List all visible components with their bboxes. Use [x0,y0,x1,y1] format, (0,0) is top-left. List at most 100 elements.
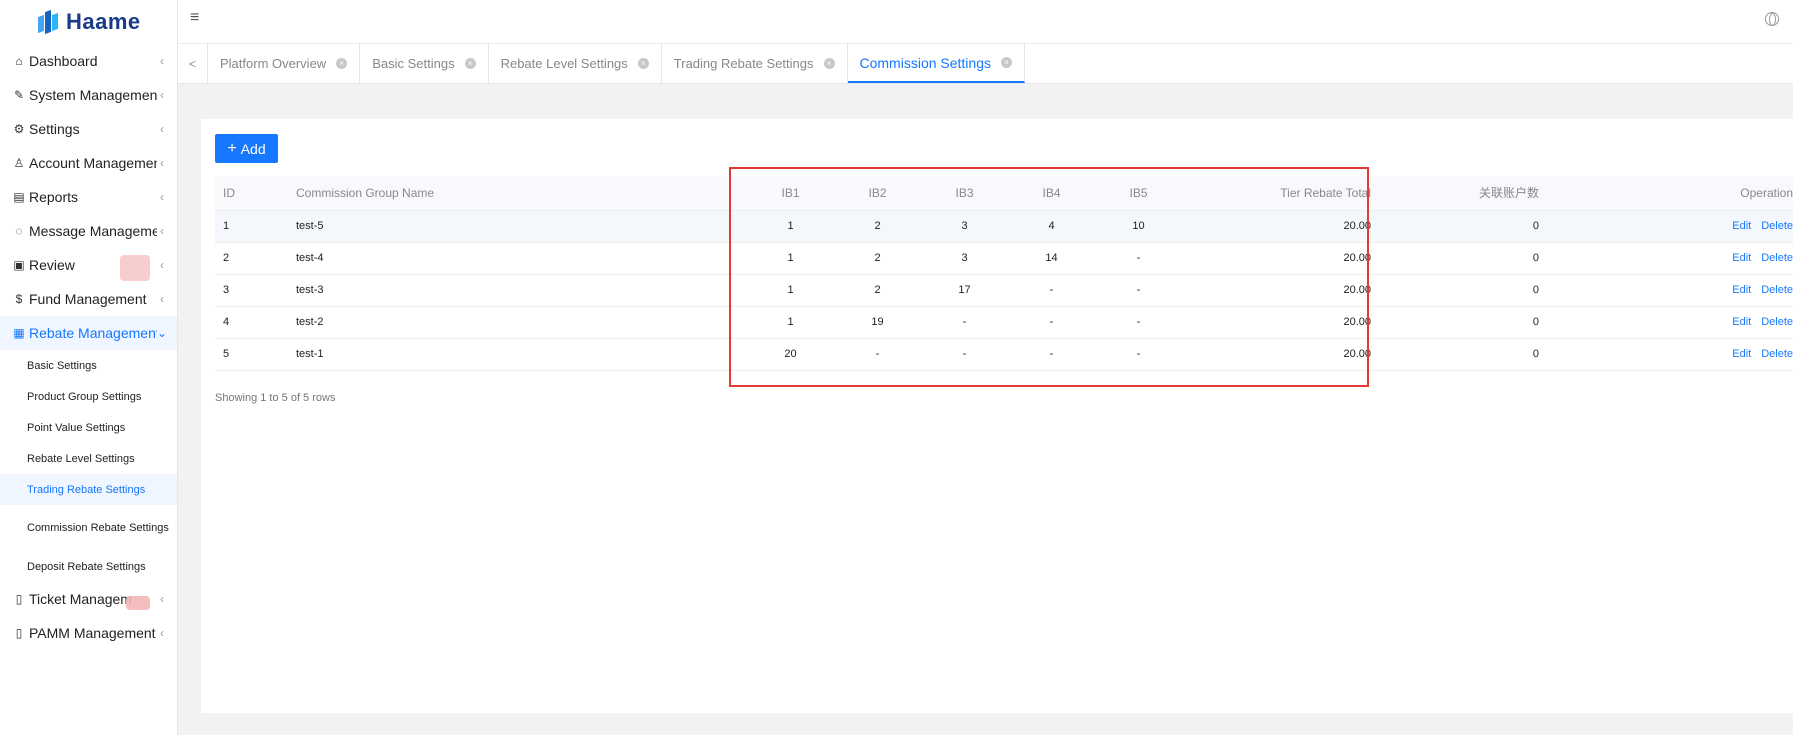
pagination-info: Showing 1 to 5 of 5 rows [215,392,336,404]
report-icon: ▤ [13,190,25,204]
column-header-ib5[interactable]: IB5 [1095,176,1182,210]
cell-tier-total: 20.00 [1182,305,1391,338]
tab-close-icon[interactable]: × [1001,57,1012,68]
delete-button[interactable]: Delete [1761,348,1793,360]
cell-ib1: 20 [747,337,834,371]
column-header-ib4[interactable]: IB4 [1008,176,1095,210]
sidebar-item-ticket-management[interactable]: ▯ Ticket Managem ‹ [0,582,177,616]
add-button[interactable]: + Add [215,134,278,163]
language-globe-icon[interactable] [1765,12,1779,26]
chevron-left-icon: ‹ [160,592,164,606]
delete-button[interactable]: Delete [1761,220,1793,232]
sidebar-item-label: Dashboard [29,53,98,69]
cell-id: 1 [215,209,294,242]
tabs-scroll-left-icon[interactable]: < [178,44,208,83]
ticket-icon: ▯ [15,592,23,606]
sidebar-menu: ⌂ Dashboard ‹ ✎ System Management ‹ ⚙ Se… [0,44,177,650]
column-header-id[interactable]: ID [215,176,294,210]
submenu-item-product-group-settings[interactable]: Product Group Settings [0,381,177,412]
sidebar-item-dashboard[interactable]: ⌂ Dashboard ‹ [0,44,177,78]
message-icon: ◌ [15,224,23,238]
haame-logo-icon [36,8,60,36]
sidebar-item-rebate-management[interactable]: ▦ Rebate Management ⌄ [0,316,177,350]
edit-button[interactable]: Edit [1732,284,1751,296]
rebate-icon: ▦ [13,326,25,340]
tab-close-icon[interactable]: × [637,58,649,69]
sidebar-item-review[interactable]: ▣ Review ‹ [0,248,177,282]
submenu-item-rebate-level-settings[interactable]: Rebate Level Settings [0,443,177,474]
delete-button[interactable]: Delete [1761,316,1793,328]
cell-ib1: 1 [747,241,834,274]
cell-name: test-1 [294,337,747,371]
cell-ib2: 2 [834,273,921,306]
cell-ib3: - [921,305,1008,338]
table-row[interactable]: 2 test-4 1 2 3 14 - 20.00 0 Edit Delete [215,241,1793,274]
column-header-ib1[interactable]: IB1 [747,176,834,210]
rebate-submenu: Basic Settings Product Group Settings Po… [0,350,177,582]
linked-accounts-link[interactable]: 0 [1391,305,1591,338]
table-row[interactable]: 3 test-3 1 2 17 - - 20.00 0 Edit Delete [215,273,1793,306]
edit-button[interactable]: Edit [1732,348,1751,360]
cell-ib5: - [1095,305,1182,338]
linked-accounts-link[interactable]: 0 [1391,209,1591,242]
table-row[interactable]: 5 test-1 20 - - - - 20.00 0 Edit Delete [215,337,1793,371]
delete-button[interactable]: Delete [1761,284,1793,296]
sidebar-item-system-management[interactable]: ✎ System Management ‹ [0,78,177,112]
cell-ib3: 3 [921,241,1008,274]
linked-accounts-link[interactable]: 0 [1391,273,1591,306]
edit-button[interactable]: Edit [1732,316,1751,328]
delete-button[interactable]: Delete [1761,252,1793,264]
linked-accounts-link[interactable]: 0 [1391,337,1591,371]
cell-ib4: 4 [1008,209,1095,242]
cell-name: test-3 [294,273,747,306]
cell-ib1: 1 [747,209,834,242]
cell-ib2: - [834,337,921,371]
tab-label: Trading Rebate Settings [673,56,814,71]
cell-id: 3 [215,273,294,306]
edit-button[interactable]: Edit [1732,252,1751,264]
submenu-item-commission-rebate-settings[interactable]: Commission Rebate Settings [0,505,177,551]
cell-tier-total: 20.00 [1182,337,1391,371]
cell-name: test-4 [294,241,747,274]
linked-accounts-link[interactable]: 0 [1391,241,1591,274]
tab-label: Basic Settings [372,56,455,71]
tab-basic-settings[interactable]: Basic Settings × [360,44,489,83]
tab-trading-rebate-settings[interactable]: Trading Rebate Settings × [662,44,848,83]
column-header-ib2[interactable]: IB2 [834,176,921,210]
sidebar-item-message-management[interactable]: ◌ Message Management ‹ [0,214,177,248]
tab-close-icon[interactable]: × [336,58,348,69]
table-row[interactable]: 4 test-2 1 19 - - - 20.00 0 Edit Delete [215,305,1793,338]
cell-ib5: 10 [1095,209,1182,242]
cell-id: 5 [215,337,294,371]
cell-ib5: - [1095,337,1182,371]
column-header-name[interactable]: Commission Group Name [294,176,747,210]
column-header-ib3[interactable]: IB3 [921,176,1008,210]
tab-platform-overview[interactable]: Platform Overview × [208,44,361,83]
submenu-item-deposit-rebate-settings[interactable]: Deposit Rebate Settings [0,551,177,582]
logo[interactable]: Haame [0,0,177,44]
submenu-item-basic-settings[interactable]: Basic Settings [0,350,177,381]
sidebar-item-pamm-management[interactable]: ▯ PAMM Management ‹ [0,616,177,650]
tab-close-icon[interactable]: × [823,58,835,69]
menu-toggle-icon[interactable]: ≡ [190,9,199,27]
chevron-down-icon: ⌄ [157,326,168,340]
edit-button[interactable]: Edit [1732,220,1751,232]
sidebar-item-settings[interactable]: ⚙ Settings ‹ [0,112,177,146]
sidebar-item-reports[interactable]: ▤ Reports ‹ [0,180,177,214]
submenu-item-trading-rebate-settings[interactable]: Trading Rebate Settings [0,474,177,505]
tab-commission-settings[interactable]: Commission Settings × [847,44,1025,83]
column-header-operation: Operation [1591,176,1793,210]
cell-operation: Edit Delete [1591,337,1793,371]
cell-ib4: - [1008,305,1095,338]
home-icon: ⌂ [15,54,23,68]
tab-close-icon[interactable]: × [464,58,476,69]
submenu-item-point-value-settings[interactable]: Point Value Settings [0,412,177,443]
column-header-linked-accounts[interactable]: 关联账户数 [1391,176,1591,210]
cell-ib5: - [1095,273,1182,306]
sidebar-item-fund-management[interactable]: $ Fund Management ‹ [0,282,177,316]
table-row[interactable]: 1 test-5 1 2 3 4 10 20.00 0 Edit Delete [215,209,1793,242]
sidebar-item-account-management[interactable]: ♙ Account Management ‹ [0,146,177,180]
tab-rebate-level-settings[interactable]: Rebate Level Settings × [489,44,662,83]
column-header-tier-total[interactable]: Tier Rebate Total [1182,176,1391,210]
cell-operation: Edit Delete [1591,305,1793,338]
